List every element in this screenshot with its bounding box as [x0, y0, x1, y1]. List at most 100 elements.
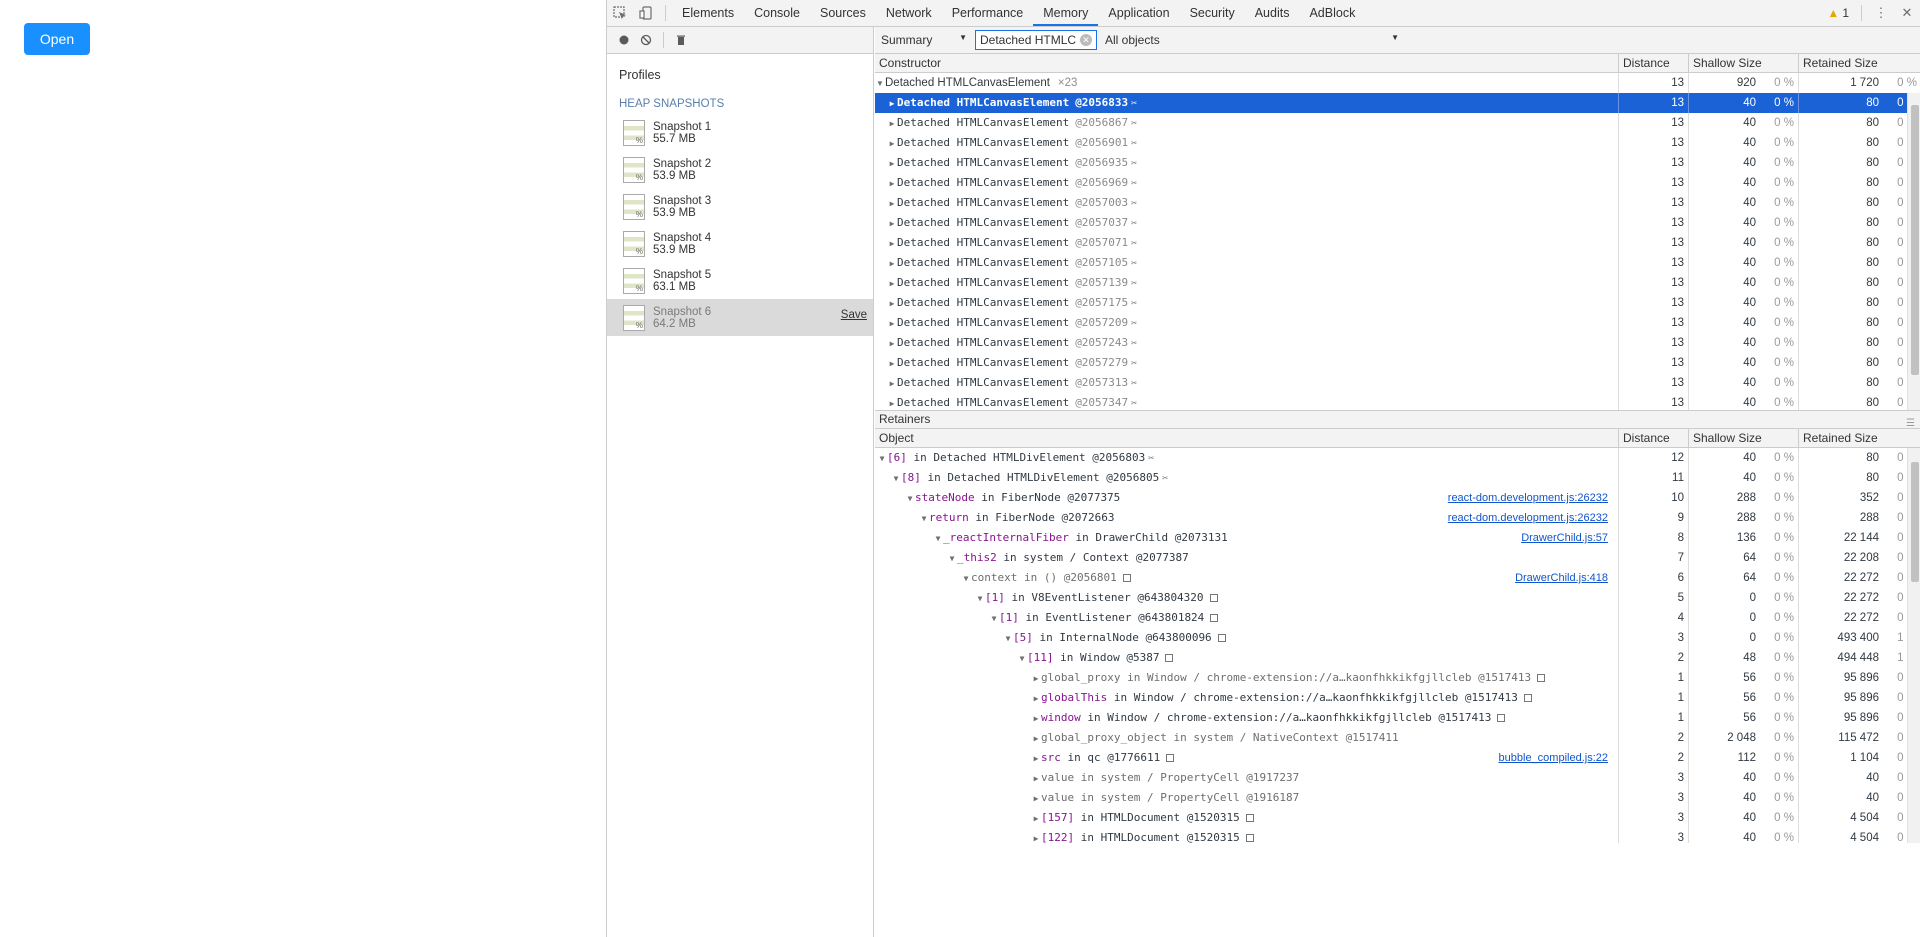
- table-row[interactable]: ▶ Detached HTMLCanvasElement @2056867 ✂ 13 40…: [875, 113, 1920, 133]
- expanded-triangle-icon[interactable]: ▼: [877, 449, 887, 468]
- class-filter-input[interactable]: Detached HTMLC ✕: [975, 30, 1097, 50]
- record-icon[interactable]: [613, 29, 635, 51]
- collapsed-triangle-icon[interactable]: ▶: [887, 134, 897, 153]
- table-row[interactable]: ▶ Detached HTMLCanvasElement @2057175 ✂ 13 40…: [875, 293, 1920, 313]
- open-button[interactable]: Open: [24, 23, 90, 55]
- collapsed-triangle-icon[interactable]: ▶: [887, 294, 897, 313]
- store-as-global-icon[interactable]: [1122, 574, 1131, 582]
- collapsed-triangle-icon[interactable]: ▶: [887, 394, 897, 410]
- collapsed-triangle-icon[interactable]: ▶: [887, 354, 897, 373]
- snapshot-item[interactable]: Snapshot 155.7 MB: [607, 114, 873, 151]
- expanded-triangle-icon[interactable]: ▼: [919, 509, 929, 528]
- retainer-row[interactable]: ▼ [8] in Detached HTMLDivElement @2056805…: [875, 468, 1920, 488]
- snapshot-item[interactable]: Snapshot 664.2 MB Save: [607, 299, 873, 336]
- tab-network[interactable]: Network: [876, 0, 942, 26]
- resize-handle-icon[interactable]: ☰: [1906, 415, 1915, 432]
- collapsed-triangle-icon[interactable]: ▶: [1031, 809, 1041, 828]
- table-row[interactable]: ▶ Detached HTMLCanvasElement @2056969 ✂ 13 40…: [875, 173, 1920, 193]
- retainer-row[interactable]: ▼ [5] in InternalNode @643800096 3 0 0 % 493 …: [875, 628, 1920, 648]
- save-snapshot-link[interactable]: Save: [841, 309, 867, 321]
- snapshot-item[interactable]: Snapshot 253.9 MB: [607, 151, 873, 188]
- collapsed-triangle-icon[interactable]: ▶: [887, 94, 897, 113]
- device-toolbar-icon[interactable]: [633, 0, 659, 26]
- store-as-global-icon[interactable]: [1245, 834, 1254, 842]
- retainer-row[interactable]: ▼[11] in Window @5387 2 48 0 % 494 4481 %: [875, 648, 1920, 668]
- store-as-global-icon[interactable]: [1165, 654, 1174, 662]
- table-row[interactable]: ▶ Detached HTMLCanvasElement @2056833 ✂ 13 40…: [875, 93, 1920, 113]
- table-row[interactable]: ▶ Detached HTMLCanvasElement @2057139 ✂ 13 40…: [875, 273, 1920, 293]
- expanded-triangle-icon[interactable]: ▼: [1017, 649, 1027, 668]
- retainers-scrollbar[interactable]: [1907, 448, 1920, 843]
- tab-sources[interactable]: Sources: [810, 0, 876, 26]
- more-options-icon[interactable]: ⋮: [1868, 0, 1894, 26]
- expanded-triangle-icon[interactable]: ▼: [875, 74, 885, 93]
- retainer-row[interactable]: ▶ value in system / PropertyCell @1916187…: [875, 788, 1920, 808]
- retainer-row[interactable]: ▼ context in () @2056801 DrawerChild.js:41…: [875, 568, 1920, 588]
- retainer-row[interactable]: ▶ globalThis in Window / chrome-extension…: [875, 688, 1920, 708]
- shallow-size-column-header[interactable]: Shallow Size: [1689, 54, 1799, 73]
- tab-console[interactable]: Console: [744, 0, 810, 26]
- store-as-global-icon[interactable]: [1209, 594, 1218, 602]
- store-as-global-icon[interactable]: [1523, 694, 1532, 702]
- table-row[interactable]: ▶ Detached HTMLCanvasElement @2057279 ✂ 13 40…: [875, 353, 1920, 373]
- expanded-triangle-icon[interactable]: ▼: [947, 549, 957, 568]
- tab-security[interactable]: Security: [1180, 0, 1245, 26]
- retainer-row[interactable]: ▼ _reactInternalFiber in DrawerChild @207…: [875, 528, 1920, 548]
- tab-performance[interactable]: Performance: [942, 0, 1034, 26]
- store-as-global-icon[interactable]: [1497, 714, 1506, 722]
- store-as-global-icon[interactable]: [1537, 674, 1546, 682]
- collapsed-triangle-icon[interactable]: ▶: [887, 254, 897, 273]
- retainer-row[interactable]: ▶ global_proxy_object in system / NativeC…: [875, 728, 1920, 748]
- source-link[interactable]: react-dom.development.js:26232: [1448, 508, 1608, 528]
- collapsed-triangle-icon[interactable]: ▶: [887, 374, 897, 393]
- table-row[interactable]: ▶ Detached HTMLCanvasElement @2056901 ✂ 13 40…: [875, 133, 1920, 153]
- objects-select[interactable]: All objects ▼: [1105, 33, 1405, 47]
- table-row[interactable]: ▶ Detached HTMLCanvasElement @2057243 ✂ 13 40…: [875, 333, 1920, 353]
- collapsed-triangle-icon[interactable]: ▶: [887, 114, 897, 133]
- collapsed-triangle-icon[interactable]: ▶: [1031, 789, 1041, 808]
- scrollbar-thumb[interactable]: [1911, 105, 1919, 375]
- tab-memory[interactable]: Memory: [1033, 0, 1099, 26]
- retainer-row[interactable]: ▶ [122] in HTMLDocument @1520315 3 40 0 % 4 5…: [875, 828, 1920, 843]
- retainer-row[interactable]: ▶ [157] in HTMLDocument @1520315 3 40 0 % 4 5…: [875, 808, 1920, 828]
- collapsed-triangle-icon[interactable]: ▶: [887, 174, 897, 193]
- tab-adblock[interactable]: AdBlock: [1299, 0, 1365, 26]
- expanded-triangle-icon[interactable]: ▼: [933, 529, 943, 548]
- collapsed-triangle-icon[interactable]: ▶: [887, 214, 897, 233]
- clear-all-profiles-icon[interactable]: [635, 29, 657, 51]
- collapsed-triangle-icon[interactable]: ▶: [887, 234, 897, 253]
- collapsed-triangle-icon[interactable]: ▶: [887, 274, 897, 293]
- warning-indicator[interactable]: ▲ 1: [1821, 6, 1855, 20]
- tab-audits[interactable]: Audits: [1245, 0, 1300, 26]
- table-row[interactable]: ▶ Detached HTMLCanvasElement @2057003 ✂ 13 40…: [875, 193, 1920, 213]
- retainer-row[interactable]: ▼ [1] in EventListener @643801824 4 0 0 % 22 …: [875, 608, 1920, 628]
- source-link[interactable]: DrawerChild.js:57: [1521, 528, 1608, 548]
- store-as-global-icon[interactable]: [1210, 614, 1219, 622]
- retainer-row[interactable]: ▼ return in FiberNode @2072663 react-dom.d…: [875, 508, 1920, 528]
- source-link[interactable]: react-dom.development.js:26232: [1448, 488, 1608, 508]
- retainer-row[interactable]: ▶ global_proxy in Window / chrome-extensi…: [875, 668, 1920, 688]
- retainer-row[interactable]: ▶ src in qc @1776611 bubble_compiled.js:22…: [875, 748, 1920, 768]
- expanded-triangle-icon[interactable]: ▼: [1003, 629, 1013, 648]
- collapsed-triangle-icon[interactable]: ▶: [1031, 709, 1041, 728]
- collapsed-triangle-icon[interactable]: ▶: [1031, 729, 1041, 748]
- table-row[interactable]: ▶ Detached HTMLCanvasElement @2057347 ✂ 13 40…: [875, 393, 1920, 410]
- close-devtools-icon[interactable]: ✕: [1894, 0, 1920, 26]
- collapsed-triangle-icon[interactable]: ▶: [887, 334, 897, 353]
- collapsed-triangle-icon[interactable]: ▶: [1031, 669, 1041, 688]
- snapshot-item[interactable]: Snapshot 453.9 MB: [607, 225, 873, 262]
- expanded-triangle-icon[interactable]: ▼: [891, 469, 901, 488]
- source-link[interactable]: DrawerChild.js:418: [1515, 568, 1608, 588]
- constructor-scrollbar[interactable]: [1907, 93, 1920, 410]
- inspect-element-icon[interactable]: [607, 0, 633, 26]
- table-row[interactable]: ▶ Detached HTMLCanvasElement @2057313 ✂ 13 40…: [875, 373, 1920, 393]
- retainer-row[interactable]: ▶ value in system / PropertyCell @1917237…: [875, 768, 1920, 788]
- table-row[interactable]: ▶ Detached HTMLCanvasElement @2056935 ✂ 13 40…: [875, 153, 1920, 173]
- collapsed-triangle-icon[interactable]: ▶: [1031, 769, 1041, 788]
- expanded-triangle-icon[interactable]: ▼: [989, 609, 999, 628]
- retainer-row[interactable]: ▼ [1] in V8EventListener @643804320 5 0 0 % 2…: [875, 588, 1920, 608]
- constructor-column-header[interactable]: Constructor: [875, 54, 1619, 73]
- expanded-triangle-icon[interactable]: ▼: [961, 569, 971, 588]
- view-select[interactable]: Summary ▼: [881, 33, 971, 47]
- collapsed-triangle-icon[interactable]: ▶: [887, 194, 897, 213]
